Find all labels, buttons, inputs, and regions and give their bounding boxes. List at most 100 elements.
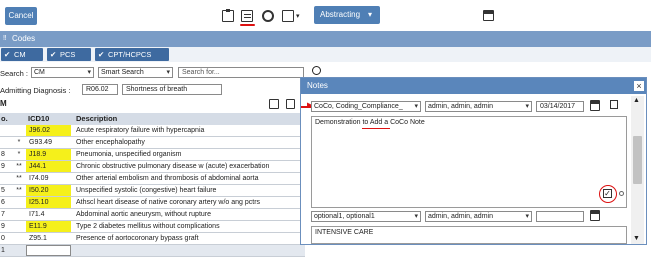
note-text-area[interactable]: Demonstration to Add a CoCo Note — [311, 116, 627, 208]
table-row[interactable]: * G93.49 Other encephalopathy — [0, 137, 305, 149]
info-icon — [619, 191, 624, 196]
chevron-up-icon[interactable]: ▲ — [633, 97, 640, 104]
notes-dialog: Notes × ▶ CoCo, Coding_Compliance_ admin… — [300, 77, 647, 245]
check-icon: ✔ — [98, 50, 105, 59]
trash-icon[interactable] — [286, 99, 295, 109]
copy-icon[interactable] — [269, 99, 279, 109]
abstracting-button[interactable]: Abstracting ▾ — [314, 6, 380, 24]
row-code: J18.9 — [26, 149, 71, 160]
delete-note-icon[interactable] — [610, 100, 618, 109]
row-code: J44.1 — [26, 161, 71, 172]
codes-header-label: Codes — [12, 34, 36, 43]
tab-cm[interactable]: ✔ CM — [1, 48, 43, 61]
table-row[interactable]: 9 ** J44.1 Chronic obstructive pulmonary… — [0, 161, 305, 173]
table-row[interactable]: J96.02 Acute respiratory failure with hy… — [0, 125, 305, 137]
refresh-icon[interactable] — [262, 10, 274, 22]
row-description: Athscl heart disease of native coronary … — [76, 199, 261, 206]
row-description: Presence of aortocoronary bypass graft — [76, 235, 199, 242]
code-set-select[interactable]: CM — [31, 67, 94, 78]
scrollbar-thumb[interactable] — [633, 136, 642, 184]
row-number: 7 — [1, 211, 5, 218]
calendar-icon[interactable] — [590, 100, 600, 111]
row-number: 9 — [1, 163, 5, 170]
code-type-tabs: ✔ CM ✔ PCS ✔ CPT/HCPCS — [0, 47, 651, 62]
admitting-description-field[interactable]: Shortness of breath — [122, 84, 222, 95]
underline-annotation — [240, 24, 255, 26]
col-description-header: Description — [76, 114, 118, 123]
note-category-select[interactable]: CoCo, Coding_Compliance_ — [311, 101, 421, 112]
codes-icon: ‼ — [3, 35, 7, 42]
codes-grid-header: o. ICD10 Description — [0, 113, 305, 125]
row-code: E11.9 — [26, 221, 71, 232]
note-text: Demonstration to Add a CoCo Note — [315, 119, 425, 126]
row-number: 0 — [1, 235, 5, 242]
row-number: 5 — [1, 187, 5, 194]
table-row[interactable]: 8 * J18.9 Pneumonia, unspecified organis… — [0, 149, 305, 161]
tab-cpt-hcpcs-label: CPT/HCPCS — [108, 50, 152, 59]
note-checkbox[interactable]: ✓ — [603, 189, 612, 198]
row-description: Unspecified systolic (congestive) heart … — [76, 187, 217, 194]
search-mode-select[interactable]: Smart Search — [98, 67, 173, 78]
tab-cm-label: CM — [14, 50, 26, 59]
clipboard-icon[interactable] — [222, 9, 234, 22]
search-icon[interactable] — [312, 66, 321, 75]
note-user-select[interactable]: admin, admin, admin — [425, 101, 532, 112]
admitting-code-field[interactable]: R06.02 — [82, 84, 118, 95]
calendar-icon[interactable] — [590, 210, 600, 221]
row-code: I74.09 — [29, 175, 49, 182]
spelling-underline — [362, 128, 390, 129]
row-code: G93.49 — [29, 139, 52, 146]
row-description: Abdominal aortic aneurysm, without ruptu… — [76, 211, 212, 218]
row-description: Acute respiratory failure with hypercapn… — [76, 127, 205, 134]
notes-scrollbar[interactable]: ▲ ▼ — [631, 96, 644, 244]
codes-section-header: ‼ Codes — [0, 31, 651, 47]
print-icon[interactable] — [282, 10, 294, 22]
row-flag: * — [17, 139, 21, 146]
chevron-down-icon[interactable]: ▼ — [633, 235, 640, 242]
tab-pcs[interactable]: ✔ PCS — [47, 48, 91, 61]
col-no-header: o. — [1, 114, 8, 123]
search-input[interactable]: Search for... — [178, 67, 304, 78]
note-text-area-2[interactable]: INTENSIVE CARE — [311, 226, 627, 244]
row-flag: ** — [16, 163, 22, 170]
calendar-icon[interactable] — [483, 10, 494, 21]
row-description: Other arterial embolism and thrombosis o… — [76, 175, 259, 182]
close-icon[interactable]: × — [634, 81, 644, 91]
cancel-button[interactable]: Cancel — [5, 7, 37, 25]
note-text-2: INTENSIVE CARE — [315, 229, 374, 236]
print-dropdown-icon[interactable]: ▾ — [296, 12, 300, 20]
table-row[interactable]: 9 E11.9 Type 2 diabetes mellitus without… — [0, 221, 305, 233]
note-category-select-2[interactable]: optional1, optional1 — [311, 211, 421, 222]
chevron-down-icon: ▾ — [368, 10, 373, 19]
table-row[interactable]: 1 — [0, 245, 305, 257]
note-date-field[interactable]: 03/14/2017 — [536, 101, 584, 112]
table-row[interactable]: 0 Z95.1 Presence of aortocoronary bypass… — [0, 233, 305, 245]
note-date-field-2[interactable] — [536, 211, 584, 222]
table-row[interactable]: ** I74.09 Other arterial embolism and th… — [0, 173, 305, 185]
row-number: 9 — [1, 223, 5, 230]
notes-icon[interactable] — [241, 10, 253, 22]
row-number: 6 — [1, 199, 5, 206]
abstracting-label: Abstracting — [320, 10, 361, 19]
check-icon: ✔ — [4, 50, 11, 59]
row-description: Chronic obstructive pulmonary disease w … — [76, 163, 270, 170]
col-icd10-header: ICD10 — [28, 114, 50, 123]
row-description: Type 2 diabetes mellitus without complic… — [76, 223, 220, 230]
row-code: Z95.1 — [29, 235, 47, 242]
table-row[interactable]: 6 I25.10 Athscl heart disease of native … — [0, 197, 305, 209]
row-flag: * — [17, 151, 21, 158]
new-code-input[interactable] — [26, 245, 71, 256]
row-number: 8 — [1, 151, 5, 158]
cm-section-label: M — [0, 99, 7, 108]
row-code: I25.10 — [26, 197, 71, 208]
table-row[interactable]: 5 ** I50.20 Unspecified systolic (conges… — [0, 185, 305, 197]
row-number: 1 — [1, 247, 5, 254]
search-label: Search : — [0, 69, 28, 78]
row-description: Other encephalopathy — [76, 139, 145, 146]
row-description: Pneumonia, unspecified organism — [76, 151, 182, 158]
row-flag: ** — [16, 187, 22, 194]
note-user-select-2[interactable]: admin, admin, admin — [425, 211, 532, 222]
check-icon: ✔ — [50, 50, 57, 59]
table-row[interactable]: 7 I71.4 Abdominal aortic aneurysm, witho… — [0, 209, 305, 221]
tab-cpt-hcpcs[interactable]: ✔ CPT/HCPCS — [95, 48, 169, 61]
